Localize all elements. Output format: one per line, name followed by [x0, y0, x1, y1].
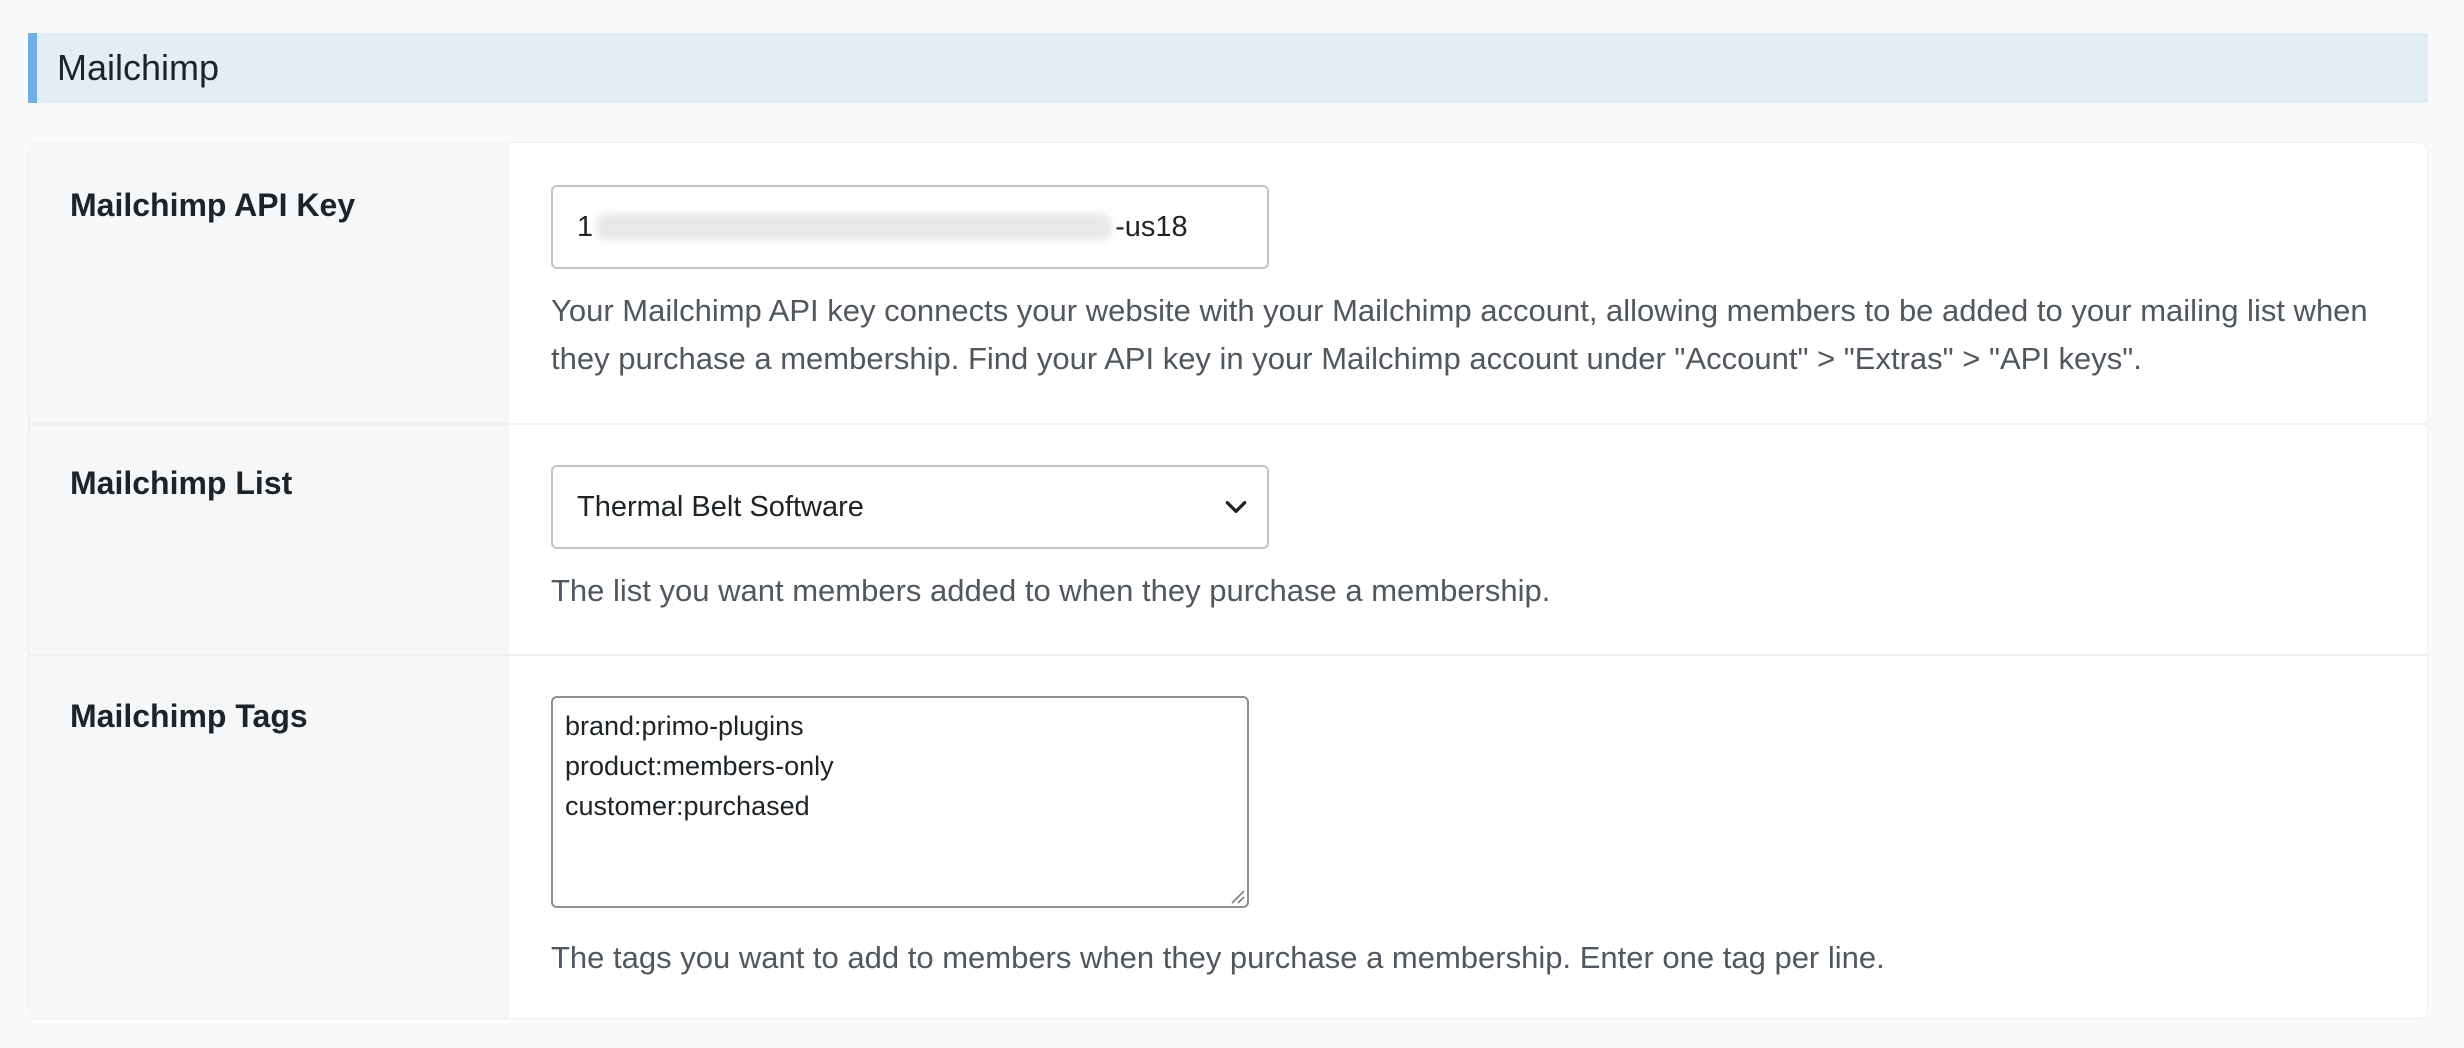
api-key-field-cell: 1 -us18 Your Mailchimp API key connects … — [509, 143, 2427, 423]
api-key-label-cell: Mailchimp API Key — [29, 143, 509, 423]
tags-row: Mailchimp Tags brand:primo-plugins produ… — [29, 654, 2427, 1018]
section-title: Mailchimp — [57, 47, 220, 88]
tags-description: The tags you want to add to members when… — [551, 940, 1885, 975]
tag-line: customer:purchased — [565, 791, 810, 821]
api-key-label: Mailchimp API Key — [70, 187, 356, 223]
list-row: Mailchimp List Thermal Belt Software The… — [29, 423, 2427, 654]
tags-field-cell: brand:primo-plugins product:members-only… — [509, 656, 2427, 1018]
api-key-description: Your Mailchimp API key connects your web… — [551, 293, 2368, 376]
tag-line: product:members-only — [565, 751, 834, 781]
settings-table: Mailchimp API Key 1 -us18 Your Mailchimp… — [28, 142, 2428, 1019]
chevron-down-icon — [1225, 501, 1247, 513]
tags-label: Mailchimp Tags — [70, 698, 308, 734]
tags-label-cell: Mailchimp Tags — [29, 656, 509, 1018]
tags-textarea[interactable]: brand:primo-plugins product:members-only… — [551, 696, 1249, 908]
list-field-cell: Thermal Belt Software The list you want … — [509, 425, 2427, 654]
api-key-value-prefix: 1 — [577, 210, 594, 243]
api-key-row: Mailchimp API Key 1 -us18 Your Mailchimp… — [29, 143, 2427, 423]
list-selected-value: Thermal Belt Software — [577, 490, 864, 523]
api-key-redacted — [597, 214, 1112, 240]
api-key-value-suffix: -us18 — [1115, 210, 1188, 243]
list-label-cell: Mailchimp List — [29, 425, 509, 654]
list-select[interactable]: Thermal Belt Software — [551, 465, 1269, 549]
list-description: The list you want members added to when … — [551, 573, 1551, 608]
api-key-input[interactable]: 1 -us18 — [551, 185, 1269, 269]
resize-grip-icon[interactable] — [1229, 888, 1245, 904]
list-label: Mailchimp List — [70, 465, 293, 501]
tag-line: brand:primo-plugins — [565, 711, 804, 741]
section-header: Mailchimp — [28, 33, 2428, 103]
